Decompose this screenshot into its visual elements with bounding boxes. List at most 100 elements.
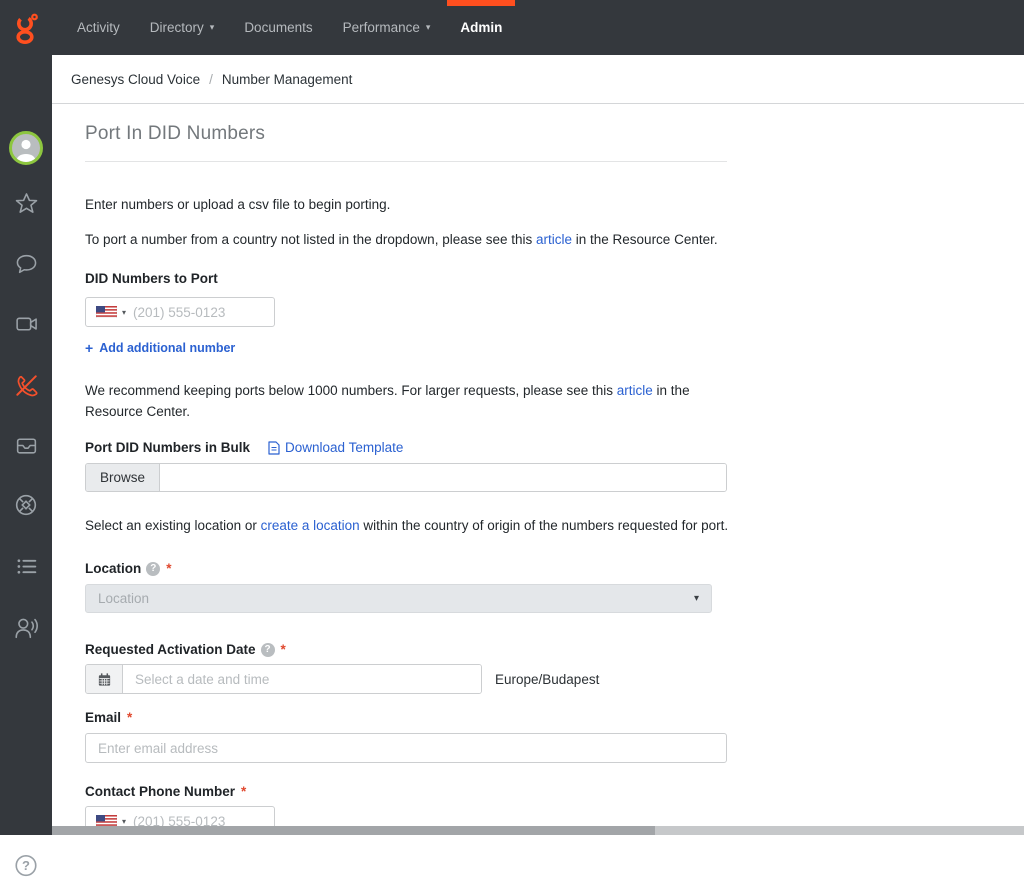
required-asterisk: * bbox=[281, 642, 286, 657]
help-tooltip-icon[interactable]: ? bbox=[146, 562, 160, 576]
label-text: Location bbox=[85, 561, 141, 576]
sidebar-item-inbox[interactable] bbox=[13, 432, 39, 458]
document-icon bbox=[268, 441, 280, 455]
nav-item-activity[interactable]: Activity bbox=[64, 0, 133, 55]
svg-text:?: ? bbox=[22, 858, 30, 873]
star-icon bbox=[14, 191, 39, 216]
nav-items: Activity Directory ▾ Documents Performan… bbox=[62, 0, 517, 55]
active-tab-indicator bbox=[447, 0, 515, 6]
list-icon bbox=[14, 554, 39, 579]
sidebar-item-favorites[interactable] bbox=[13, 190, 39, 216]
note-text: To port a number from a country not list… bbox=[85, 232, 536, 247]
chevron-down-icon: ▾ bbox=[694, 593, 699, 604]
us-flag-icon bbox=[96, 815, 117, 826]
app-logo[interactable] bbox=[0, 0, 52, 55]
nav-label: Directory bbox=[150, 20, 204, 35]
timezone-label: Europe/Budapest bbox=[495, 672, 599, 687]
nav-item-admin[interactable]: Admin bbox=[447, 0, 515, 55]
note-text: Select an existing location or bbox=[85, 518, 261, 533]
country-selector[interactable]: ▾ bbox=[96, 815, 126, 826]
main-content: Port In DID Numbers Enter numbers or upl… bbox=[52, 104, 1024, 826]
sidebar-item-calls[interactable] bbox=[13, 372, 39, 398]
create-location-link[interactable]: create a location bbox=[261, 518, 360, 533]
activation-date-label: Requested Activation Date ? * bbox=[85, 642, 1024, 657]
nav-label: Performance bbox=[343, 20, 420, 35]
phone-placeholder: (201) 555-0123 bbox=[133, 305, 225, 320]
nav-label: Admin bbox=[460, 20, 502, 35]
email-label: Email * bbox=[85, 710, 1024, 725]
sidebar-item-video[interactable] bbox=[13, 310, 39, 336]
breadcrumb: Genesys Cloud Voice / Number Management bbox=[52, 55, 1024, 104]
label-text: DID Numbers to Port bbox=[85, 271, 218, 286]
bulk-label-row: Port DID Numbers in Bulk Download Templa… bbox=[85, 440, 1024, 455]
sidebar-item-help[interactable]: ? bbox=[13, 852, 39, 878]
chevron-down-icon: ▾ bbox=[426, 22, 431, 33]
country-selector[interactable]: ▾ bbox=[96, 306, 126, 318]
add-additional-number-link[interactable]: + Add additional number bbox=[85, 340, 235, 356]
sidebar-item-audience[interactable] bbox=[13, 614, 39, 640]
nav-item-directory[interactable]: Directory ▾ bbox=[137, 0, 228, 55]
select-placeholder: Location bbox=[98, 591, 149, 606]
intro-text: Enter numbers or upload a csv file to be… bbox=[85, 194, 735, 215]
label-text: Requested Activation Date bbox=[85, 642, 256, 657]
required-asterisk: * bbox=[241, 784, 246, 799]
person-broadcast-icon bbox=[13, 614, 39, 640]
link-text: Download Template bbox=[285, 440, 403, 455]
label-text: Email bbox=[85, 710, 121, 725]
required-asterisk: * bbox=[127, 710, 132, 725]
phone-placeholder: (201) 555-0123 bbox=[133, 814, 225, 827]
location-note: Select an existing location or create a … bbox=[85, 515, 735, 536]
did-phone-input[interactable]: ▾ (201) 555-0123 bbox=[85, 297, 275, 327]
video-camera-icon bbox=[14, 311, 39, 336]
help-tooltip-icon[interactable]: ? bbox=[261, 643, 275, 657]
activation-date-row: Europe/Budapest bbox=[85, 664, 1024, 694]
location-select[interactable]: Location ▾ bbox=[85, 584, 712, 613]
bulk-file-upload: Browse bbox=[85, 463, 727, 492]
life-ring-icon bbox=[13, 492, 39, 518]
horizontal-scrollbar[interactable] bbox=[52, 826, 1024, 835]
calendar-button[interactable] bbox=[86, 665, 123, 693]
nav-label: Activity bbox=[77, 20, 120, 35]
dropdown-note: To port a number from a country not list… bbox=[85, 229, 735, 250]
left-sidebar: ? bbox=[0, 55, 52, 835]
sidebar-item-chat[interactable] bbox=[13, 250, 39, 276]
date-picker bbox=[85, 664, 482, 694]
breadcrumb-item-voice[interactable]: Genesys Cloud Voice bbox=[71, 72, 200, 87]
note-text: We recommend keeping ports below 1000 nu… bbox=[85, 383, 617, 398]
chevron-down-icon: ▾ bbox=[122, 308, 126, 317]
sidebar-item-list[interactable] bbox=[13, 553, 39, 579]
email-field[interactable] bbox=[85, 733, 727, 763]
genesys-logo-icon bbox=[13, 12, 40, 44]
bulk-label: Port DID Numbers in Bulk bbox=[85, 440, 250, 455]
chevron-down-icon: ▾ bbox=[122, 817, 126, 826]
chat-bubble-icon bbox=[14, 251, 39, 276]
page-title: Port In DID Numbers bbox=[85, 123, 727, 162]
link-text: Add additional number bbox=[99, 341, 235, 355]
scrollbar-thumb[interactable] bbox=[52, 826, 655, 835]
plus-icon: + bbox=[85, 340, 93, 356]
breadcrumb-separator: / bbox=[209, 72, 213, 87]
bulk-recommendation-note: We recommend keeping ports below 1000 nu… bbox=[85, 380, 735, 422]
required-asterisk: * bbox=[166, 561, 171, 576]
nav-item-performance[interactable]: Performance ▾ bbox=[330, 0, 444, 55]
nav-item-documents[interactable]: Documents bbox=[231, 0, 325, 55]
file-name-input[interactable] bbox=[160, 464, 726, 491]
location-label: Location ? * bbox=[85, 561, 1024, 576]
nav-label: Documents bbox=[244, 20, 312, 35]
sidebar-item-support[interactable] bbox=[13, 492, 39, 518]
contact-phone-input[interactable]: ▾ (201) 555-0123 bbox=[85, 806, 275, 826]
inbox-icon bbox=[14, 433, 39, 458]
did-numbers-label: DID Numbers to Port bbox=[85, 271, 1024, 286]
article-link[interactable]: article bbox=[536, 232, 572, 247]
date-input[interactable] bbox=[123, 665, 481, 693]
contact-phone-label: Contact Phone Number * bbox=[85, 784, 1024, 799]
note-text: within the country of origin of the numb… bbox=[360, 518, 728, 533]
article-link[interactable]: article bbox=[617, 383, 653, 398]
person-icon bbox=[12, 134, 40, 162]
download-template-link[interactable]: Download Template bbox=[268, 440, 403, 455]
help-icon: ? bbox=[13, 852, 39, 879]
top-nav: Activity Directory ▾ Documents Performan… bbox=[0, 0, 1024, 55]
user-avatar[interactable] bbox=[9, 131, 43, 165]
browse-button[interactable]: Browse bbox=[86, 464, 160, 491]
calendar-icon bbox=[97, 672, 112, 687]
